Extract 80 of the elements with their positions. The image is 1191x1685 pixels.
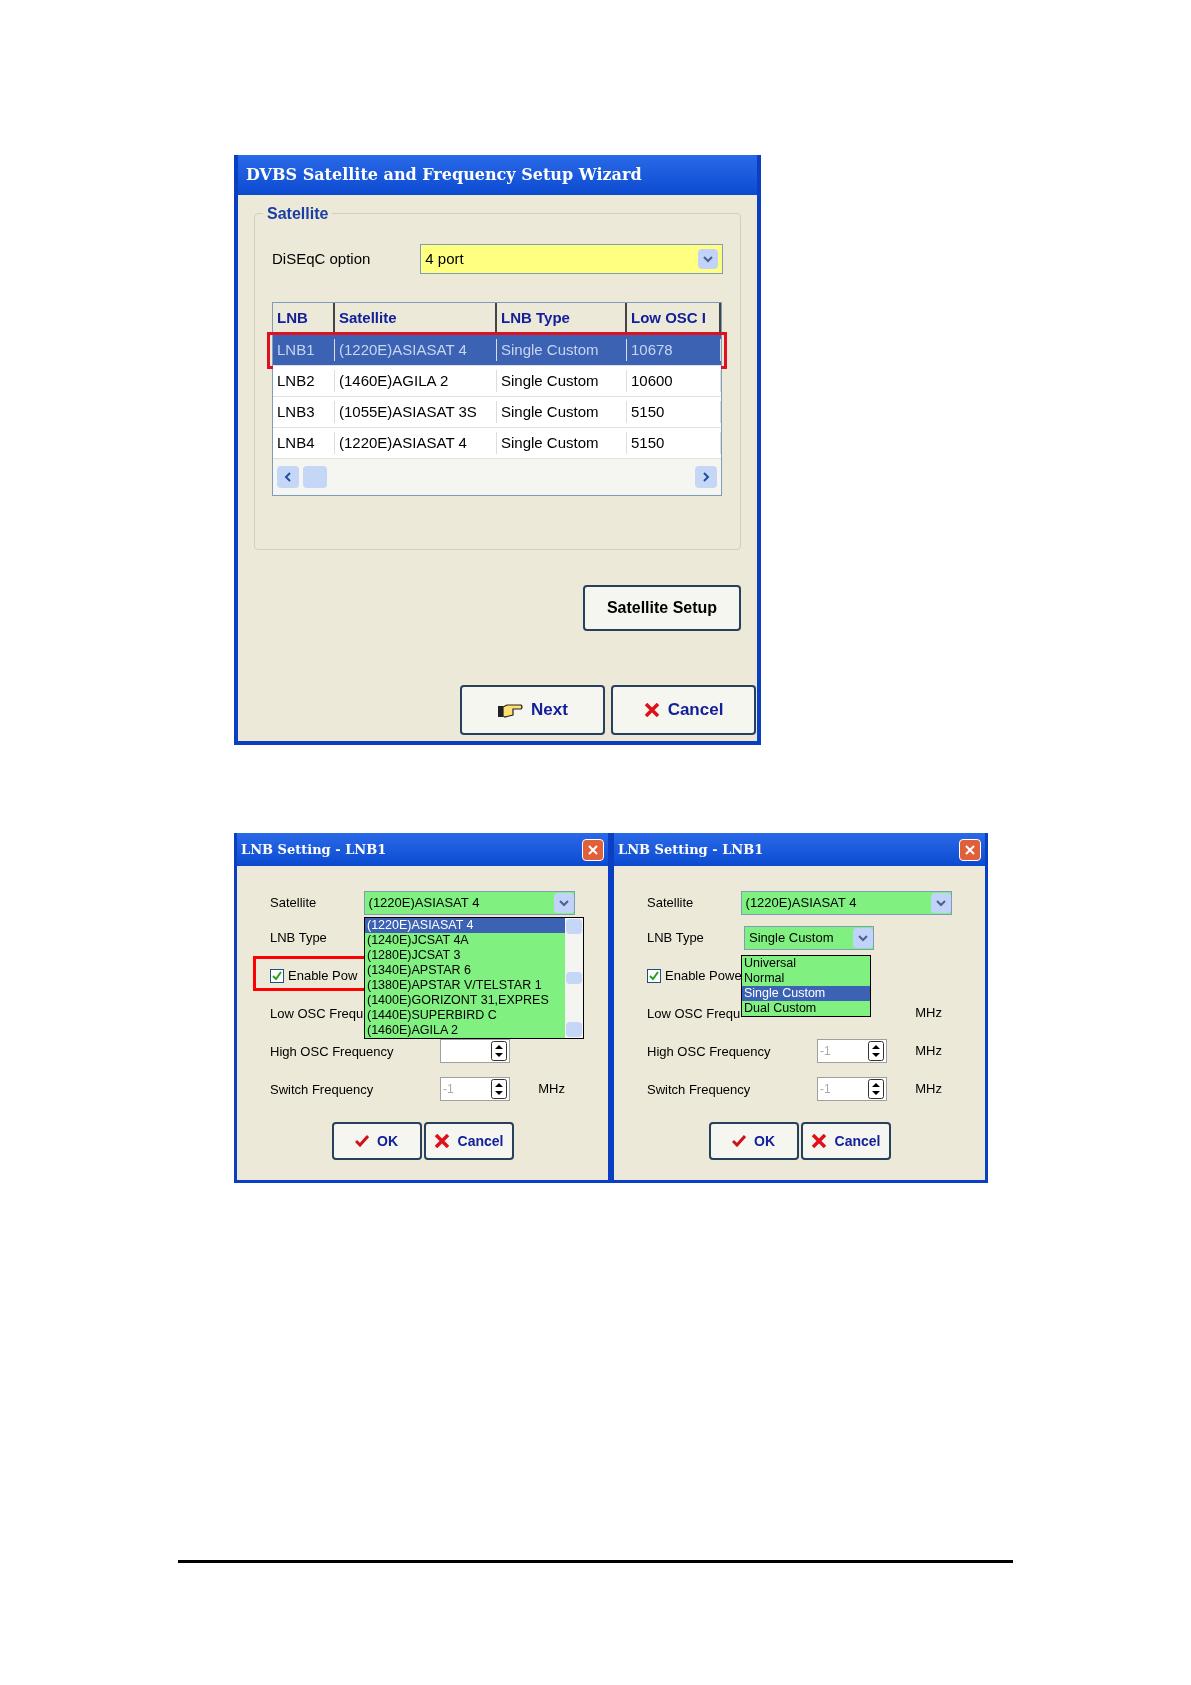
table-cell: 10600	[627, 369, 721, 393]
close-icon[interactable]	[582, 838, 604, 861]
table-cell: Single Custom	[497, 431, 627, 455]
close-icon[interactable]	[959, 838, 981, 861]
field-label: LNB Type	[647, 929, 705, 948]
table-cell: LNB4	[273, 431, 335, 455]
dropdown-item[interactable]: (1220E)ASIASAT 4	[365, 918, 565, 933]
field-label: High OSC Frequency	[647, 1044, 771, 1059]
table-cell: 5150	[627, 431, 721, 455]
unit-label: MHz	[538, 1080, 565, 1099]
field-label: Satellite	[647, 894, 695, 913]
table-cell: 5150	[627, 400, 721, 424]
check-icon	[732, 1135, 746, 1147]
table-cell: (1220E)ASIASAT 4	[335, 338, 497, 362]
spinner-arrows-icon[interactable]	[868, 1079, 884, 1099]
satellite-dropdown[interactable]: (1220E)ASIASAT 4	[740, 891, 952, 915]
checkbox[interactable]	[270, 969, 284, 983]
scroll-thumb[interactable]	[303, 466, 327, 488]
spinner-arrows-icon[interactable]	[491, 1079, 507, 1099]
table-cell: LNB1	[273, 338, 335, 362]
field-label: Low OSC Frequ	[270, 1006, 364, 1021]
dropdown-item[interactable]: Single Custom	[742, 986, 870, 1001]
table-cell: LNB3	[273, 400, 335, 424]
satellite-dropdown[interactable]: (1220E)ASIASAT 4	[363, 891, 575, 915]
checkbox-label: Enable Pow	[288, 967, 358, 986]
number-field[interactable]	[440, 1039, 510, 1063]
spinner-arrows-icon[interactable]	[491, 1041, 507, 1061]
scroll-right-icon[interactable]	[695, 466, 717, 488]
list-scrollbar[interactable]	[565, 918, 583, 1038]
table-cell: Single Custom	[497, 369, 627, 393]
table-cell: LNB2	[273, 369, 335, 393]
field-label: LNB Type	[270, 929, 328, 948]
unit-label: MHz	[915, 1004, 942, 1023]
dropdown-item[interactable]: (1380E)APSTAR V/TELSTAR 1	[365, 978, 565, 993]
dropdown-item[interactable]: Dual Custom	[742, 1001, 870, 1016]
unit-label: MHz	[915, 1080, 942, 1099]
satellite-setup-button[interactable]: Satellite Setup	[583, 585, 741, 631]
dropdown-item[interactable]: (1280E)JCSAT 3	[365, 948, 565, 963]
field-label: Switch Frequency	[647, 1082, 751, 1097]
cancel-x-icon	[810, 1134, 827, 1148]
field-label: Low OSC Frequ	[647, 1006, 741, 1021]
pointing-hand-icon	[497, 702, 524, 718]
window-title: DVBS Satellite and Frequency Setup Wizard	[246, 164, 642, 186]
table-cell: (1220E)ASIASAT 4	[335, 431, 497, 455]
field-label: Switch Frequency	[270, 1082, 374, 1097]
dropdown-item[interactable]: Normal	[742, 971, 870, 986]
cancel-button[interactable]: Cancel	[423, 1122, 514, 1160]
cancel-button[interactable]: Cancel	[611, 685, 756, 735]
dropdown-item[interactable]: (1460E)AGILA 2	[365, 1023, 565, 1038]
check-icon	[355, 1135, 369, 1147]
table-cell: (1460E)AGILA 2	[335, 369, 497, 393]
scroll-left-icon[interactable]	[277, 466, 299, 488]
dropdown-item[interactable]: (1340E)APSTAR 6	[365, 963, 565, 978]
checkbox-label: Enable Powe	[665, 967, 742, 986]
table-cell: (1055E)ASIASAT 3S	[335, 400, 497, 424]
table-cell: Single Custom	[497, 400, 627, 424]
dropdown-item[interactable]: Universal	[742, 956, 870, 971]
lnb-type-dropdown[interactable]: Single Custom	[744, 926, 874, 950]
spinner-arrows-icon[interactable]	[868, 1041, 884, 1061]
cancel-x-icon	[643, 703, 660, 717]
field-label: Satellite	[270, 894, 318, 913]
unit-label: MHz	[915, 1042, 942, 1061]
cancel-button[interactable]: Cancel	[800, 1122, 891, 1160]
dropdown-item[interactable]: (1440E)SUPERBIRD C	[365, 1008, 565, 1023]
dropdown-item[interactable]: (1400E)GORIZONT 31,EXPRES	[365, 993, 565, 1008]
diseqc-dropdown[interactable]: 4 port	[420, 244, 723, 274]
table-cell: Single Custom	[497, 338, 627, 362]
horizontal-scrollbar[interactable]	[273, 459, 721, 495]
table-row[interactable]: LNB2 (1460E)AGILA 2 Single Custom 10600	[273, 366, 721, 397]
cancel-x-icon	[433, 1134, 450, 1148]
dropdown-item[interactable]: (1240E)JCSAT 4A	[365, 933, 565, 948]
diseqc-label: DiSEqC option	[272, 248, 372, 269]
next-button[interactable]: Next	[460, 685, 605, 735]
ok-button[interactable]: OK	[708, 1122, 799, 1160]
ok-button[interactable]: OK	[331, 1122, 422, 1160]
table-cell: 10678	[627, 338, 721, 362]
field-label: High OSC Frequency	[270, 1044, 394, 1059]
dialog-title: LNB Setting - LNB1	[618, 840, 764, 859]
checkbox[interactable]	[647, 969, 661, 983]
dialog-title: LNB Setting - LNB1	[241, 840, 387, 859]
